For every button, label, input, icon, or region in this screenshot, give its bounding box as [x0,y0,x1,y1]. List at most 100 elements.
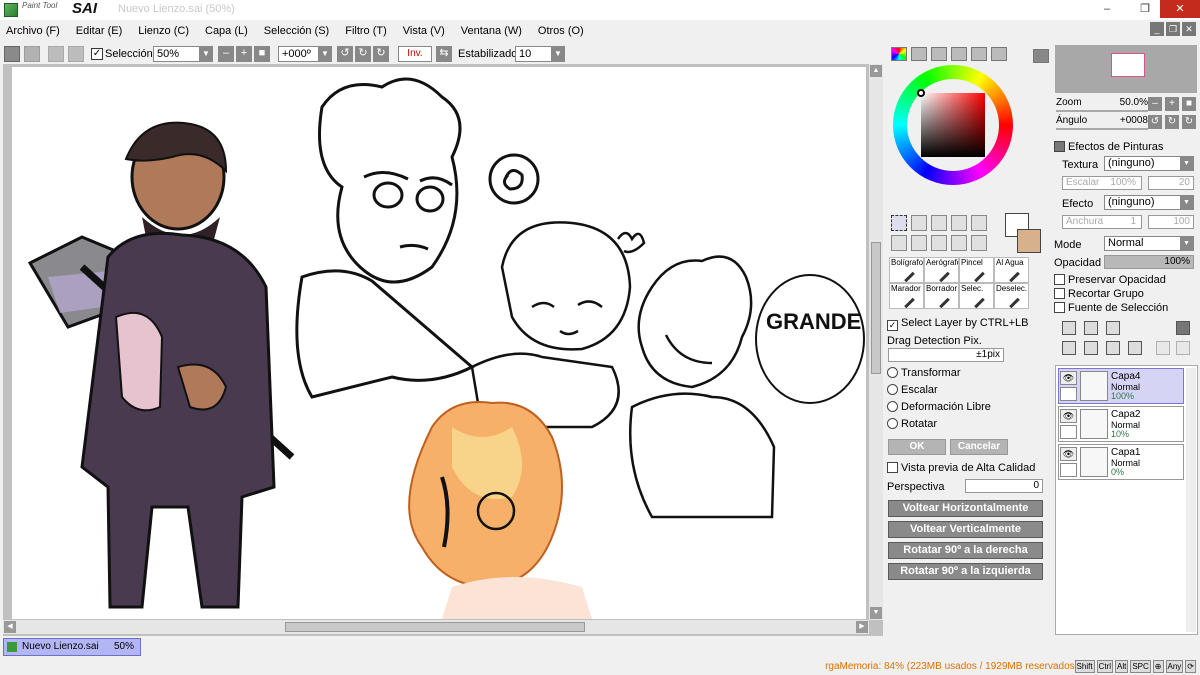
lock-box-icon[interactable] [1060,463,1077,477]
rotate-right-icon[interactable]: ↻ [355,46,371,62]
undo-icon[interactable] [4,46,20,62]
brush-marador[interactable]: Marador [889,283,924,309]
zoom-slider[interactable] [1056,110,1148,112]
brush-aerografo[interactable]: Aerógrafo [924,257,959,283]
selection-source-option[interactable]: Fuente de Selección [1054,302,1168,314]
angle-dropdown-icon[interactable]: ▼ [318,46,332,62]
merge-visible-icon[interactable] [1176,341,1190,355]
rotate-reset-icon[interactable]: ↻ [373,46,389,62]
menu-filtro[interactable]: Filtro (T) [345,25,387,37]
rect-select-icon[interactable] [891,215,907,231]
deselect-icon[interactable] [48,46,64,62]
rgb-slider-tab-icon[interactable] [911,47,927,61]
close-button[interactable]: ✕ [1160,0,1200,18]
perspective-input[interactable]: 0 [965,479,1043,493]
menu-otros[interactable]: Otros (O) [538,25,584,37]
blend-mode-dropdown-icon[interactable]: ▼ [1180,237,1193,250]
effect-width-num[interactable]: 100 [1148,215,1194,229]
vertical-scroll-thumb[interactable] [871,242,881,374]
eyedropper-icon[interactable] [971,235,987,251]
lasso-icon[interactable] [911,215,927,231]
canvas-horizontal-scrollbar[interactable]: ◀ ▶ [3,620,869,634]
menu-archivo[interactable]: Archivo (F) [6,25,60,37]
pen-lock-icon[interactable] [1060,387,1077,401]
texture-scale-num[interactable]: 20 [1148,176,1194,190]
horizontal-scroll-thumb[interactable] [285,622,585,632]
magic-wand-icon[interactable] [931,215,947,231]
delete-layer-icon[interactable] [1128,341,1142,355]
preserve-opacity-checkbox[interactable] [1054,274,1065,285]
blend-mode-select[interactable]: Normal ▼ [1104,236,1194,251]
tool-slot-icon[interactable] [951,215,967,231]
panel-collapse-icon[interactable] [1033,49,1049,63]
menu-vista[interactable]: Vista (V) [403,25,445,37]
hq-preview-checkbox[interactable] [887,462,898,473]
brush-pincel[interactable]: Pincel [959,257,994,283]
menu-editar[interactable]: Editar (E) [76,25,122,37]
mdi-minimize-icon[interactable]: _ [1150,22,1164,36]
layer-panel-menu-icon[interactable] [1176,321,1190,335]
opacity-slider[interactable]: 100% [1104,255,1194,269]
mdi-close-icon[interactable]: ✕ [1182,22,1196,36]
effects-collapse-icon[interactable] [1054,141,1065,152]
angle-slider[interactable] [1056,128,1148,130]
nav-zoom-in-button[interactable]: + [1165,97,1179,111]
flip-view-icon[interactable]: ⇆ [436,46,452,62]
texture-scale-field[interactable]: Escalar 100% [1062,176,1142,190]
layer-item[interactable]: 👁 Capa2 Normal 10% [1058,406,1184,442]
rotate-tool-icon[interactable] [931,235,947,251]
preserve-opacity-option[interactable]: Preservar Opacidad [1054,274,1166,286]
color-wheel-tab-icon[interactable] [891,47,907,61]
invert-selection-icon[interactable] [68,46,84,62]
brush-al-agua[interactable]: Al Agua [994,257,1029,283]
ok-button[interactable]: OK [888,439,946,455]
effect-dropdown-icon[interactable]: ▼ [1180,196,1193,209]
effects-header[interactable]: Efectos de Pinturas [1054,141,1163,153]
nav-rotate-reset-icon[interactable]: ↻ [1182,115,1196,129]
zoom-out-button[interactable]: – [218,46,234,62]
free-deform-option[interactable]: Deformación Libre [887,401,991,413]
rotate-radio[interactable] [887,418,898,429]
zoom-in-button[interactable]: + [236,46,252,62]
saturation-value-square[interactable] [921,93,985,157]
layer-item[interactable]: 👁 Capa4 Normal 100% [1058,368,1184,404]
mdi-restore-icon[interactable]: ❐ [1166,22,1180,36]
swatches-tab-icon[interactable] [951,47,967,61]
flip-horizontal-button[interactable]: Voltear Horizontalmente [888,500,1043,517]
stabilizer-input[interactable]: 10 [515,46,553,62]
clear-layer-icon[interactable] [1106,341,1120,355]
move-icon[interactable] [891,235,907,251]
zoom-input[interactable]: 50% [153,46,201,62]
rotate-left-icon[interactable]: ↺ [337,46,353,62]
visibility-eye-icon[interactable]: 👁 [1060,371,1077,385]
redo-icon[interactable] [24,46,40,62]
selection-source-checkbox[interactable] [1054,302,1065,313]
transform-option[interactable]: Transformar [887,367,961,379]
cancel-button[interactable]: Cancelar [950,439,1008,455]
merge-group-icon[interactable] [1156,341,1170,355]
zoom-tool-icon[interactable] [911,235,927,251]
menu-lienzo[interactable]: Lienzo (C) [138,25,189,37]
flip-vertical-button[interactable]: Voltear Verticalmente [888,521,1043,538]
scale-option[interactable]: Escalar [887,384,938,396]
zoom-dropdown-icon[interactable]: ▼ [199,46,213,62]
navigator-preview[interactable] [1055,45,1197,93]
scroll-down-icon[interactable]: ▼ [870,607,882,619]
transform-radio[interactable] [887,367,898,378]
drawing-canvas[interactable]: GRANDE UWU! [12,67,866,619]
lock-box-icon[interactable] [1060,425,1077,439]
new-folder-icon[interactable] [1106,321,1120,335]
new-linework-layer-icon[interactable] [1084,321,1098,335]
hq-preview-option[interactable]: Vista previa de Alta Calidad [887,462,1035,474]
secondary-color-swatch[interactable] [1017,229,1041,253]
maximize-button[interactable]: ❐ [1132,0,1158,18]
angle-input[interactable]: +000º [278,46,320,62]
effect-select[interactable]: (ninguno) ▼ [1104,195,1194,210]
hsv-slider-tab-icon[interactable] [931,47,947,61]
brush-selec[interactable]: Selec. [959,283,994,309]
color-picker-handle[interactable] [917,89,925,97]
scroll-right-icon[interactable]: ▶ [856,621,868,633]
scroll-left-icon[interactable]: ◀ [4,621,16,633]
menu-ventana[interactable]: Ventana (W) [461,25,522,37]
document-tab[interactable]: Nuevo Lienzo.sai 50% [3,638,141,656]
